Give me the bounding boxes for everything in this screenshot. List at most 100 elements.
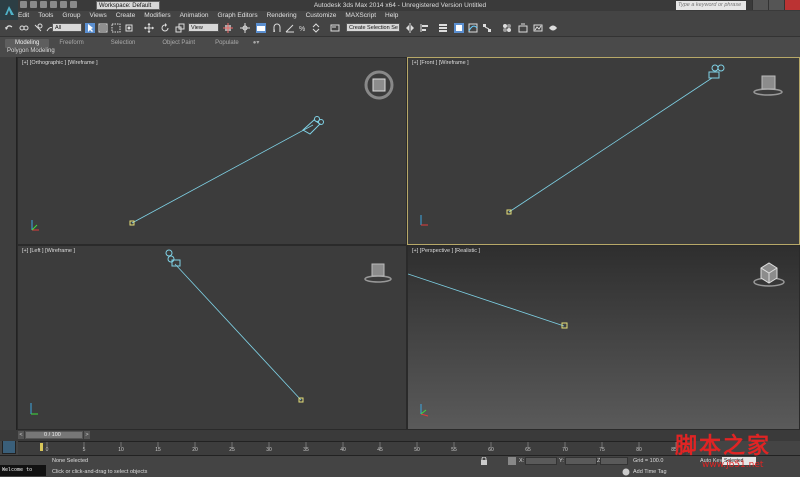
menu-customize[interactable]: Customize <box>306 12 337 19</box>
pivot-center-icon[interactable] <box>223 23 233 33</box>
tick-label: 70 <box>562 447 568 453</box>
curve-editor-icon[interactable] <box>468 23 478 33</box>
camera-icon[interactable] <box>708 64 725 79</box>
app-logo-icon[interactable] <box>0 0 18 20</box>
reference-coord-dropdown[interactable]: View <box>188 23 219 32</box>
undo-icon[interactable] <box>4 23 14 33</box>
menu-help[interactable]: Help <box>385 12 398 19</box>
tab-object-paint[interactable]: Object Paint <box>152 39 205 48</box>
menu-create[interactable]: Create <box>116 12 136 19</box>
menu-graph-editors[interactable]: Graph Editors <box>218 12 258 19</box>
viewport-area: [+] [Orthographic ] [Wireframe ] [+] [Fr… <box>17 57 800 430</box>
title-bar: Workspace: Default Autodesk 3ds Max 2014… <box>0 0 800 20</box>
menu-bar: Edit Tools Group Views Create Modifiers … <box>18 11 407 20</box>
time-slider-prev-button[interactable]: < <box>18 431 24 439</box>
lock-icon[interactable] <box>480 457 488 465</box>
project-folder-icon[interactable] <box>70 1 77 8</box>
align-icon[interactable] <box>420 23 430 33</box>
search-input[interactable] <box>676 1 746 10</box>
wireframe-scene <box>420 64 783 226</box>
auto-key-button[interactable]: Auto Key <box>700 458 722 464</box>
tab-selection[interactable]: Selection <box>94 39 153 48</box>
select-object-icon[interactable] <box>85 23 95 33</box>
absolute-mode-icon[interactable] <box>508 457 516 465</box>
menu-group[interactable]: Group <box>62 12 80 19</box>
menu-modifiers[interactable]: Modifiers <box>144 12 170 19</box>
render-setup-icon[interactable] <box>518 23 528 33</box>
viewcube-icon[interactable] <box>364 263 392 283</box>
viewcube-icon[interactable] <box>364 70 394 100</box>
grid-size: Grid = 100.0 <box>633 458 664 464</box>
menu-maxscript[interactable]: MAXScript <box>345 12 376 19</box>
viewcube-icon[interactable] <box>753 75 783 96</box>
menu-edit[interactable]: Edit <box>18 12 29 19</box>
layer-manager-icon[interactable] <box>438 23 448 33</box>
edit-named-selections-icon[interactable] <box>330 23 340 33</box>
close-button[interactable] <box>784 0 800 10</box>
svg-text:3: 3 <box>273 28 276 33</box>
select-manipulate-icon[interactable] <box>240 23 250 33</box>
redo-icon[interactable] <box>60 1 67 8</box>
add-time-tag-button[interactable]: Add Time Tag <box>633 469 667 475</box>
rectangular-selection-icon[interactable] <box>111 23 121 33</box>
menu-views[interactable]: Views <box>89 12 106 19</box>
spinner-snap-icon[interactable] <box>311 23 321 33</box>
x-coord-field[interactable] <box>525 457 557 465</box>
select-by-name-icon[interactable] <box>98 23 108 33</box>
rotate-icon[interactable] <box>160 23 170 33</box>
tick-label: 15 <box>155 447 161 453</box>
window-crossing-icon[interactable] <box>124 23 134 33</box>
angle-snap-icon[interactable] <box>285 23 295 33</box>
rendered-frame-window-icon[interactable] <box>533 23 543 33</box>
camera-icon[interactable] <box>165 249 181 267</box>
viewport-front[interactable]: [+] [Front ] [Wireframe ] <box>407 57 800 245</box>
save-icon[interactable] <box>40 1 47 8</box>
key-filter-dropdown[interactable]: Selected <box>722 457 756 465</box>
y-coord-field[interactable] <box>565 457 597 465</box>
graphite-toolbar-icon[interactable] <box>454 23 464 33</box>
minimize-button[interactable] <box>752 0 768 10</box>
workspace-dropdown[interactable]: Workspace: Default <box>96 1 160 10</box>
track-bar[interactable]: 0 5 10 15 20 25 30 35 40 45 50 55 60 65 … <box>18 441 686 455</box>
time-slider-next-button[interactable]: > <box>84 431 90 439</box>
wireframe-scene <box>30 249 392 415</box>
undo-icon[interactable] <box>50 1 57 8</box>
material-editor-icon[interactable] <box>502 23 512 33</box>
tab-modeling[interactable]: Modeling <box>5 39 50 48</box>
viewport-perspective[interactable]: [+] [Perspective ] [Realistic ] <box>408 246 799 429</box>
menu-rendering[interactable]: Rendering <box>267 12 297 19</box>
named-selection-dropdown[interactable]: Create Selection Se <box>346 23 400 32</box>
scale-icon[interactable] <box>175 23 185 33</box>
viewport-left[interactable]: [+] [Left ] [Wireframe ] <box>18 246 406 429</box>
tick-label: 45 <box>377 447 383 453</box>
new-file-icon[interactable] <box>20 1 27 8</box>
maxscript-listener[interactable]: Welcome to MAX! <box>0 465 46 476</box>
axis-tripod-icon <box>30 403 38 415</box>
camera-icon[interactable] <box>302 116 324 135</box>
ribbon-options-icon[interactable]: ●▾ <box>249 39 264 48</box>
unlink-icon[interactable] <box>33 23 43 33</box>
maximize-button[interactable] <box>768 0 784 10</box>
tab-populate[interactable]: Populate <box>205 39 249 48</box>
menu-animation[interactable]: Animation <box>180 12 209 19</box>
tick-label: 60 <box>488 447 494 453</box>
schematic-view-icon[interactable] <box>482 23 492 33</box>
mirror-icon[interactable] <box>405 23 415 33</box>
select-link-icon[interactable] <box>19 23 29 33</box>
menu-tools[interactable]: Tools <box>38 12 53 19</box>
keyboard-shortcut-icon[interactable] <box>256 23 266 33</box>
render-production-icon[interactable] <box>548 23 558 33</box>
percent-snap-icon[interactable]: % <box>298 23 308 33</box>
ribbon-tabs: Modeling Freeform Selection Object Paint… <box>5 39 263 48</box>
time-tag-icon[interactable] <box>622 468 630 476</box>
viewcube-icon[interactable] <box>753 262 785 287</box>
z-coord-field[interactable] <box>600 457 628 465</box>
tab-freeform[interactable]: Freeform <box>49 39 93 48</box>
move-icon[interactable] <box>144 23 154 33</box>
viewport-orthographic[interactable]: [+] [Orthographic ] [Wireframe ] <box>18 58 406 244</box>
tick-label: 40 <box>340 447 346 453</box>
snaps-toggle-icon[interactable]: 3 <box>272 23 282 33</box>
tick-label: 75 <box>599 447 605 453</box>
selection-filter-dropdown[interactable]: All <box>52 23 82 32</box>
open-file-icon[interactable] <box>30 1 37 8</box>
